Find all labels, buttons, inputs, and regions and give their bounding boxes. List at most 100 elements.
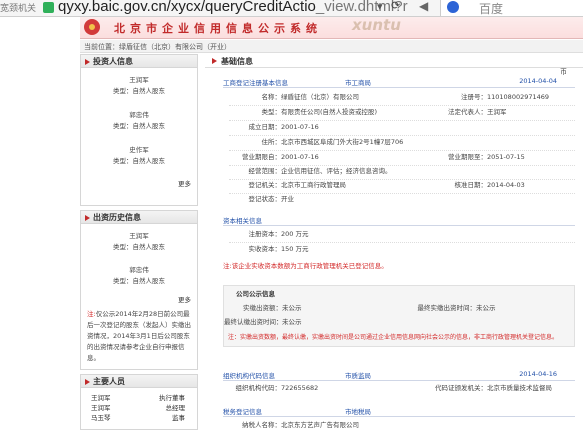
history-name: 王润军 xyxy=(129,232,149,240)
field-latest-sub-time: 最终认缴出资时间：未公示 xyxy=(224,318,302,327)
investor-more-link[interactable]: 更多 xyxy=(81,179,197,189)
public-note: 注：实缴出资数额，最终认缴，实缴出资时间是公司通过企业信用信息网向社会公示的信息… xyxy=(228,334,559,341)
row-divider xyxy=(229,179,575,180)
field-value: 2014-04-03 xyxy=(487,181,525,189)
investor-name: 史作军 xyxy=(129,146,149,154)
national-emblem-icon xyxy=(84,19,100,35)
search-box[interactable]: 百度 xyxy=(440,0,583,16)
url-path: /xycx/queryCreditActio xyxy=(166,0,316,15)
section-title[interactable]: 资本相关信息 xyxy=(223,217,262,225)
investor-panel: 投资人信息 王润军 类型：自然人股东 郭忠伟 类型：自然人股东 史作军 类型：自… xyxy=(80,54,198,206)
reload-icon[interactable]: ⟳ xyxy=(391,0,402,12)
field-regno: 注册号：110108002971469 xyxy=(427,93,549,102)
basic-info-title: 基础信息 xyxy=(205,54,583,67)
field-label: 注册资本： xyxy=(248,230,282,238)
field-label: 核准日期： xyxy=(454,181,488,189)
tax-section-header: 税务登记信息 市地税局 xyxy=(223,406,575,417)
site-favicon-icon xyxy=(43,2,54,13)
field-value: 有限责任公司(自然人投资或控股) xyxy=(281,108,378,116)
staff-panel-title: 主要人员 xyxy=(81,375,197,388)
address-bar[interactable]: qyxy.baic.gov.cn/xycx/queryCreditActio_v… xyxy=(58,0,408,15)
search-placeholder: 百度 xyxy=(479,2,504,16)
field-authority: 登记机关：北京市工商行政管理局 xyxy=(229,181,347,190)
browser-toolbar: 宽颈机关 qyxy.baic.gov.cn/xycx/queryCreditAc… xyxy=(0,0,583,17)
history-type: 类型：自然人股东 xyxy=(113,277,165,285)
history-panel-title: 出资历史信息 xyxy=(81,211,197,224)
field-label: 住所： xyxy=(261,138,282,146)
history-item[interactable]: 王润军 类型：自然人股东 xyxy=(81,231,197,253)
field-value: 110108002971469 xyxy=(487,93,550,101)
field-label: 经营范围： xyxy=(248,167,282,175)
field-value: 2001-07-16 xyxy=(281,153,319,161)
investor-name: 王润军 xyxy=(129,76,149,84)
left-column: 投资人信息 王润军 类型：自然人股东 郭忠伟 类型：自然人股东 史作军 类型：自… xyxy=(80,54,198,434)
section-date: 2014-04-04 xyxy=(519,77,557,85)
section-title[interactable]: 税务登记信息 xyxy=(223,408,262,416)
field-value: 722655682 xyxy=(281,384,319,392)
field-estab: 成立日期：2001-07-16 xyxy=(229,123,319,132)
watermark: xuntu xyxy=(352,16,401,34)
field-name: 名称：绿盾征信（北京）有限公司 xyxy=(229,93,360,102)
field-value: 开业 xyxy=(281,195,294,203)
tab-title[interactable]: 宽颈机关 xyxy=(0,1,36,14)
field-label: 注册号： xyxy=(461,93,487,101)
staff-table: 王润军 执行董事 王润军 总经理 马玉琴 监事 xyxy=(81,392,197,422)
capital-note: 注:该企业实收资本数额为工商行政管理机关已登记信息。 xyxy=(223,262,388,270)
field-label: 实收资本： xyxy=(248,245,282,253)
box-title: 公司公示信息 xyxy=(236,290,275,298)
field-value: 200 万元 xyxy=(281,230,309,238)
back-icon[interactable]: ◀ xyxy=(419,0,428,13)
investor-panel-title: 投资人信息 xyxy=(81,55,197,68)
row-divider xyxy=(229,193,575,194)
field-status: 登记状态：开业 xyxy=(229,195,295,204)
section-org: 市质监局 xyxy=(345,372,371,380)
history-more-link[interactable]: 更多 xyxy=(81,295,197,305)
row-divider xyxy=(229,165,575,166)
field-value: 北京市质量技术监督局 xyxy=(487,384,552,392)
investor-item[interactable]: 郭忠伟 类型：自然人股东 xyxy=(81,110,197,132)
field-label: 名称： xyxy=(261,93,282,101)
row-divider xyxy=(229,150,575,151)
field-value: 北京市工商行政管理局 xyxy=(281,181,346,189)
staff-row[interactable]: 王润军 总经理 xyxy=(81,402,197,412)
field-approve: 核准日期：2014-04-03 xyxy=(427,181,525,190)
right-column: 基础信息 币 工商登记注册基本信息 市工商局 2014-04-04 名称：绿盾征… xyxy=(205,54,583,435)
field-label: 登记机关： xyxy=(248,181,282,189)
note-text: 仅公示2014年2月28日前公司最后一次登记的股东（发起人）实缴出资情况，201… xyxy=(87,310,191,362)
field-value: 150 万元 xyxy=(281,245,309,253)
investor-type: 类型：自然人股东 xyxy=(113,87,165,95)
section-org: 市工商局 xyxy=(345,79,371,87)
field-label: 最终认缴出资时间： xyxy=(224,318,283,326)
field-value: 未公示 xyxy=(282,318,302,326)
field-value: 北京东方艺声广告有限公司 xyxy=(281,421,359,429)
section-title[interactable]: 工商登记注册基本信息 xyxy=(223,79,288,87)
row-divider xyxy=(229,135,575,136)
field-address: 住所：北京市西城区阜成门外大街2号1幢7层706 xyxy=(229,138,404,147)
investor-item[interactable]: 王润军 类型：自然人股东 xyxy=(81,75,197,97)
section-org: 市地税局 xyxy=(345,408,371,416)
site-title: 北京市企业信用信息公示系统 xyxy=(114,22,322,35)
staff-row[interactable]: 马玉琴 监事 xyxy=(81,412,197,422)
staff-row[interactable]: 王润军 执行董事 xyxy=(81,392,197,402)
header-divider xyxy=(205,67,583,68)
field-taxpayer: 纳税人名称：北京东方艺声广告有限公司 xyxy=(229,421,359,430)
history-panel: 出资历史信息 王润军 类型：自然人股东 郭忠伟 类型：自然人股东 更多 注:仅公… xyxy=(80,210,198,370)
history-item[interactable]: 郭忠伟 类型：自然人股东 xyxy=(81,265,197,287)
field-type: 类型：有限责任公司(自然人投资或控股) xyxy=(229,108,378,117)
investor-item[interactable]: 史作军 类型：自然人股东 xyxy=(81,145,197,167)
history-note: 注:仅公示2014年2月28日前公司最后一次登记的股东（发起人）实缴出资情况，2… xyxy=(81,305,197,368)
field-scope: 经营范围：企业信用征信、评估；经济信息咨询。 xyxy=(229,167,392,176)
field-org-code: 组织机构代码：722655682 xyxy=(229,384,319,393)
section-title[interactable]: 组织机构代码信息 xyxy=(223,372,275,380)
url-dropdown-icon[interactable]: ▾ xyxy=(377,0,383,13)
field-label: 代码证颁发机关： xyxy=(435,384,487,392)
public-disclosure-box: 公司公示信息 实缴出资额：未公示 最终实缴出资时间：未公示 最终认缴出资时间：未… xyxy=(223,285,575,347)
site-header: 北京市企业信用信息公示系统 xuntu xyxy=(80,16,583,39)
field-label: 类型： xyxy=(261,108,282,116)
field-label: 营业期限自： xyxy=(242,153,281,161)
field-paid-amount: 实缴出资额：未公示 xyxy=(224,304,302,313)
field-value: 北京市西城区阜成门外大街2号1幢7层706 xyxy=(281,138,404,146)
field-value: 未公示 xyxy=(476,304,496,312)
field-term-from: 营业期限自：2001-07-16 xyxy=(229,153,319,162)
field-label: 法定代表人： xyxy=(448,108,487,116)
